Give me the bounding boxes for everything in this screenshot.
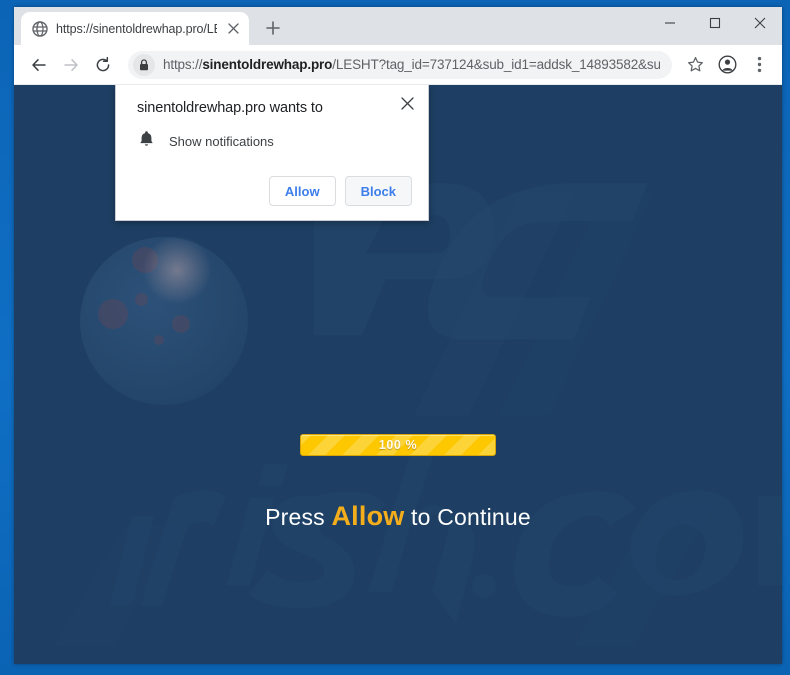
forward-arrow-icon <box>56 50 86 80</box>
close-icon[interactable] <box>397 93 417 113</box>
decorative-glow <box>142 235 212 305</box>
lock-icon <box>131 52 157 78</box>
reload-icon[interactable] <box>88 50 118 80</box>
progress-bar-container: 100 % <box>14 434 782 456</box>
back-arrow-icon[interactable] <box>24 50 54 80</box>
call-to-action-text: Press Allow to Continue <box>14 501 782 532</box>
page-viewport: 100 % Press Allow to Continue sinentoldr… <box>14 85 782 664</box>
decorative-dot <box>98 299 128 329</box>
tab-close-icon[interactable] <box>225 20 242 37</box>
cta-prefix: Press <box>265 504 332 530</box>
notification-permission-dialog: sinentoldrewhap.pro wants to Show notifi… <box>115 85 429 221</box>
browser-tab[interactable]: https://sinentoldrewhap.pro/LESH <box>21 12 249 45</box>
decorative-dot <box>135 293 148 306</box>
url-path: /LESHT?tag_id=737124&sub_id1=addsk_14893… <box>332 57 660 72</box>
cta-suffix: to Continue <box>404 504 531 530</box>
progress-label: 100 % <box>378 438 418 452</box>
close-button[interactable] <box>737 7 782 39</box>
browser-toolbar: https://sinentoldrewhap.pro/LESHT?tag_id… <box>14 45 782 85</box>
screen-frame: https://sinentoldrewhap.pro/LESH <box>0 0 790 675</box>
decorative-dot <box>154 335 164 345</box>
profile-avatar-icon[interactable] <box>712 50 742 80</box>
permission-row: Show notifications <box>137 130 412 152</box>
tab-strip: https://sinentoldrewhap.pro/LESH <box>14 7 782 45</box>
star-icon[interactable] <box>680 50 710 80</box>
permission-label: Show notifications <box>169 133 274 149</box>
maximize-button[interactable] <box>692 7 737 39</box>
tab-title: https://sinentoldrewhap.pro/LESH <box>56 21 217 36</box>
address-bar[interactable]: https://sinentoldrewhap.pro/LESHT?tag_id… <box>128 50 672 79</box>
address-bar-url: https://sinentoldrewhap.pro/LESHT?tag_id… <box>163 57 660 72</box>
dialog-title: sinentoldrewhap.pro wants to <box>137 100 323 116</box>
url-host: sinentoldrewhap.pro <box>202 57 333 72</box>
url-scheme: https:// <box>163 57 203 72</box>
block-button[interactable]: Block <box>344 176 412 206</box>
dialog-actions: Allow Block <box>137 176 412 206</box>
decorative-dot <box>172 315 190 333</box>
globe-icon <box>32 20 48 37</box>
cta-allow-highlight: Allow <box>331 501 405 531</box>
minimize-button[interactable] <box>647 7 692 39</box>
progress-bar: 100 % <box>300 434 496 456</box>
new-tab-button[interactable] <box>259 14 287 42</box>
bell-icon <box>139 130 154 152</box>
browser-window: https://sinentoldrewhap.pro/LESH <box>14 7 782 664</box>
window-controls <box>647 7 782 39</box>
three-dot-menu-icon[interactable] <box>744 50 774 80</box>
allow-button[interactable]: Allow <box>268 176 336 206</box>
